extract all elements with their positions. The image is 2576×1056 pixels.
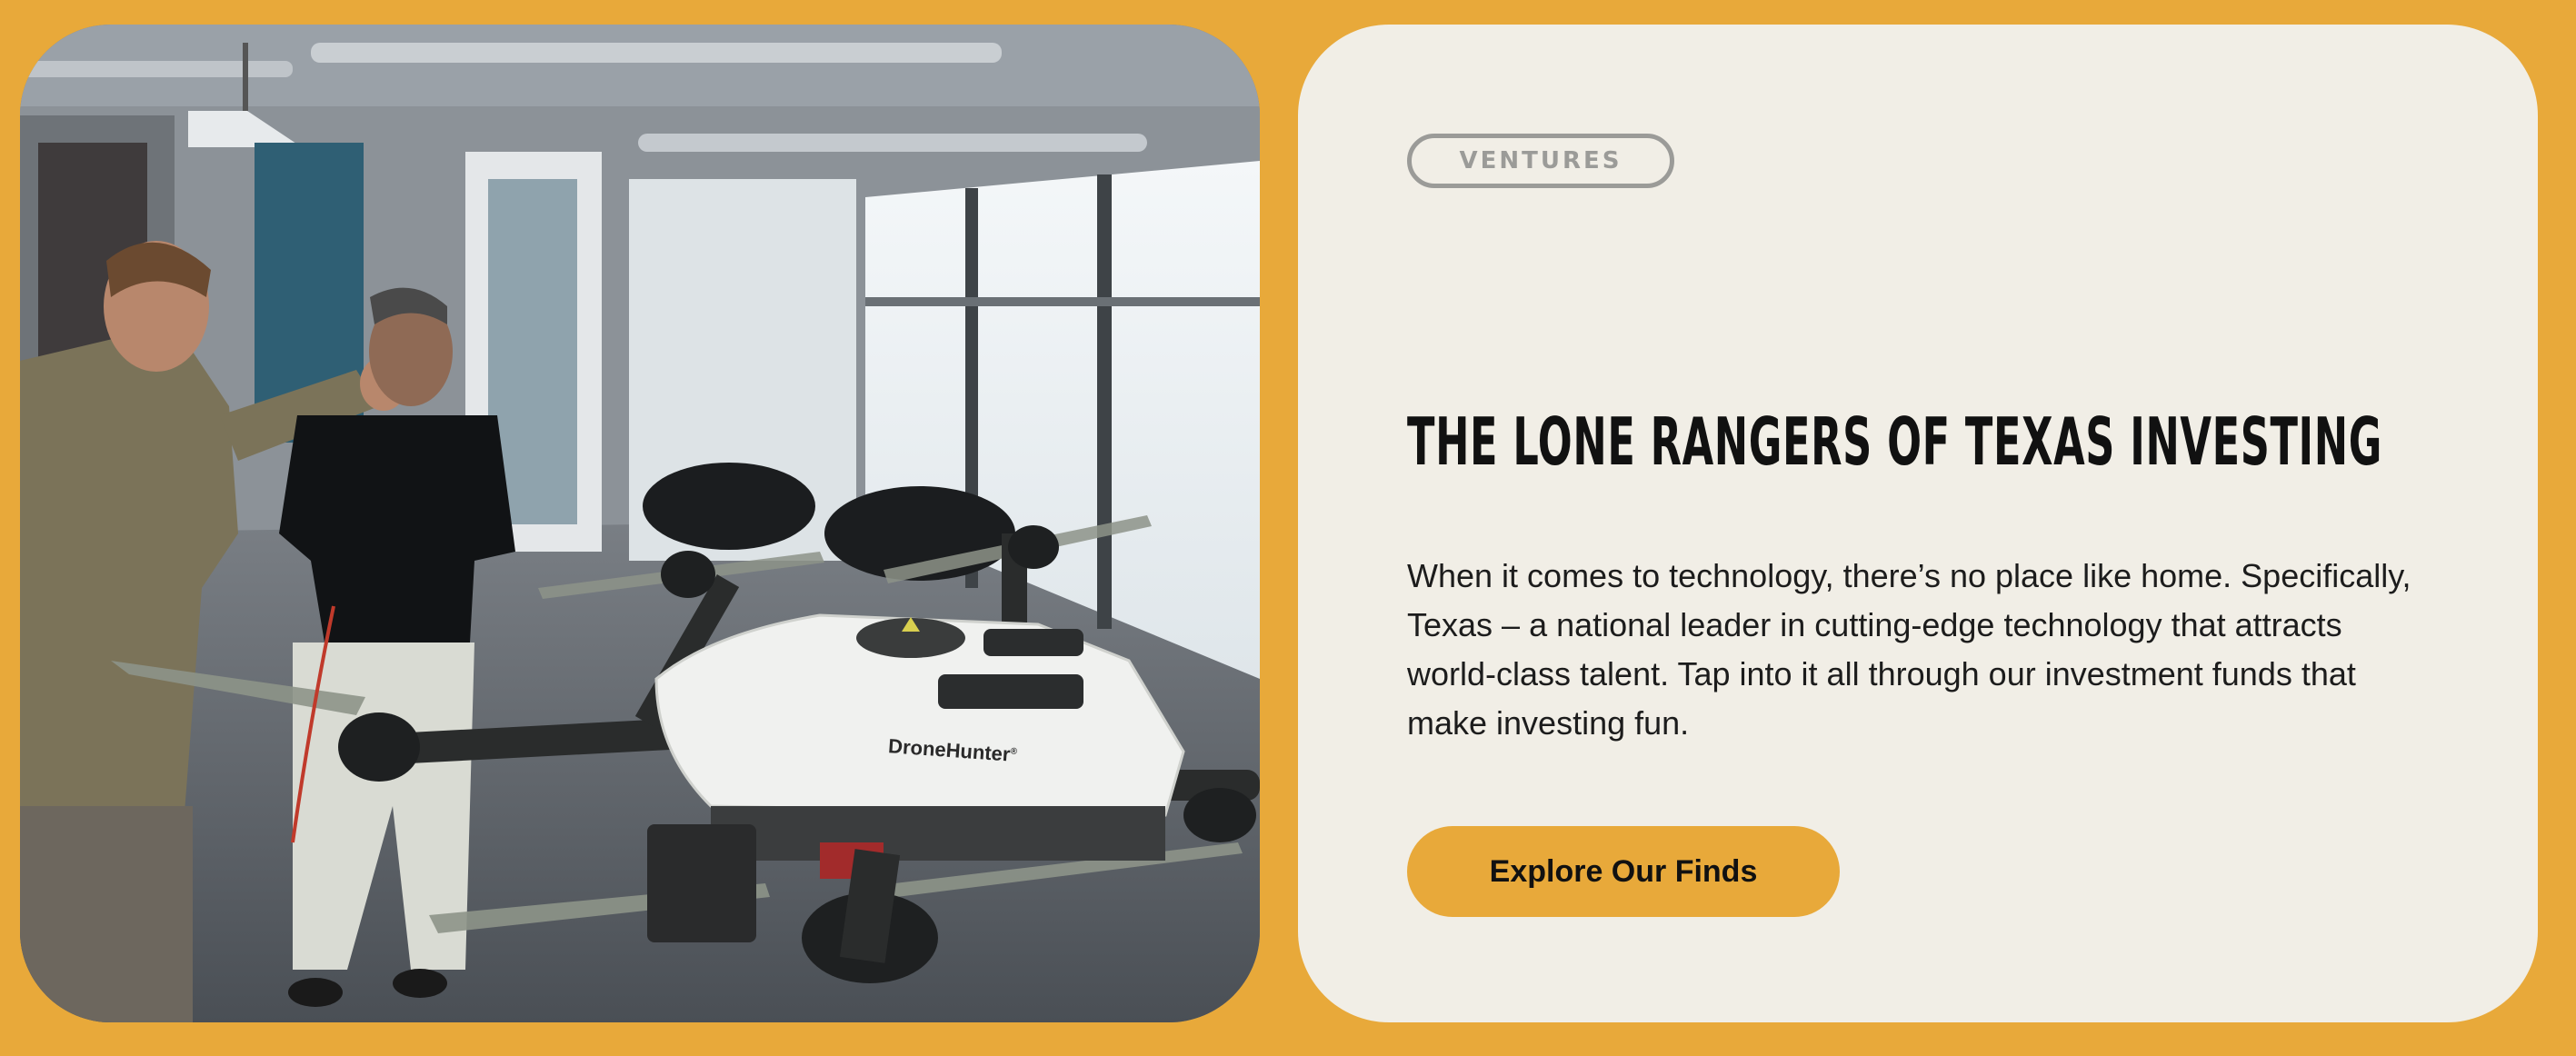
explore-finds-button[interactable]: Explore Our Finds: [1407, 826, 1840, 917]
card-body-text: When it comes to technology, there’s no …: [1407, 557, 2411, 742]
ceiling-duct: [311, 43, 1002, 63]
category-tag: VENTURES: [1407, 134, 1674, 188]
hero-photo: DroneHunter®: [20, 25, 1260, 1022]
hero-photo-illustration: DroneHunter®: [20, 25, 1260, 1022]
card-headline: THE LONE RANGERS OF TEXAS INVESTING: [1407, 403, 2383, 480]
ventures-card: VENTURES THE LONE RANGERS OF TEXAS INVES…: [1298, 25, 2538, 1022]
